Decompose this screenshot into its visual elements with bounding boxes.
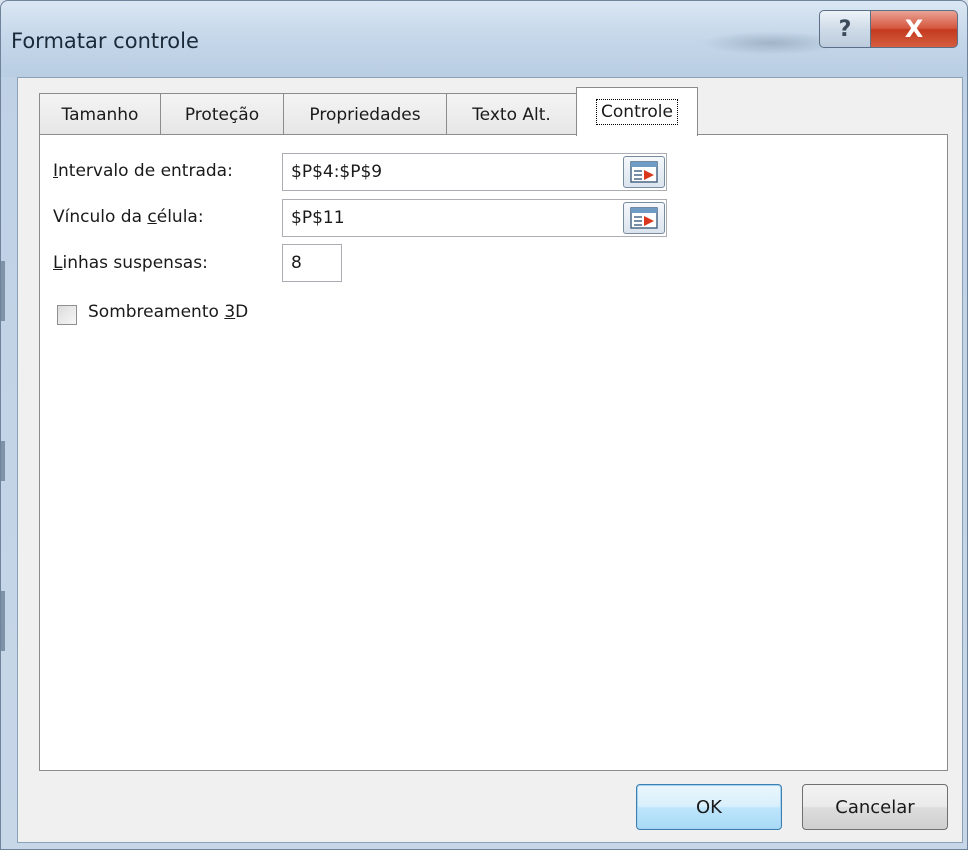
close-button[interactable]: X	[870, 10, 958, 48]
help-button[interactable]: ?	[819, 10, 871, 48]
input-range-field[interactable]: $P$4:$P$9	[282, 153, 667, 191]
tab-control[interactable]: Controle	[576, 87, 698, 136]
button-label: Cancelar	[835, 796, 915, 818]
cell-link-label: Vínculo da célula:	[53, 207, 204, 227]
label-text: Sombreamento	[88, 302, 225, 322]
tab-protection[interactable]: Proteção	[160, 93, 284, 135]
input-range-value: $P$4:$P$9	[291, 162, 383, 182]
window-edge-accent	[1, 441, 5, 481]
mnemonic-letter: c	[147, 207, 157, 227]
label-text: D	[235, 302, 249, 322]
tab-label: Proteção	[184, 104, 260, 125]
question-icon: ?	[838, 16, 852, 42]
label-text: élula:	[156, 207, 204, 227]
title-bar[interactable]: Formatar controle ? X	[1, 1, 967, 77]
input-range-picker-button[interactable]	[623, 156, 665, 188]
input-range-label: Intervalo de entrada:	[53, 161, 233, 181]
collapse-dialog-icon	[630, 207, 658, 229]
cell-link-picker-button[interactable]	[623, 202, 665, 234]
ok-button[interactable]: OK	[636, 784, 782, 830]
dropdown-lines-field[interactable]: 8	[282, 244, 342, 282]
close-icon: X	[904, 15, 924, 43]
dialog-title: Formatar controle	[11, 29, 199, 53]
shading-3d-checkbox[interactable]	[57, 305, 77, 325]
button-label: OK	[696, 796, 722, 818]
mnemonic-letter: 3	[224, 302, 236, 322]
cancel-button[interactable]: Cancelar	[802, 784, 948, 830]
window-edge-accent	[1, 591, 5, 651]
cell-link-value: $P$11	[291, 208, 345, 228]
label-text: Vínculo da	[53, 207, 148, 227]
dropdown-lines-label: Linhas suspensas:	[53, 253, 208, 273]
cell-link-field[interactable]: $P$11	[282, 199, 667, 237]
collapse-dialog-icon	[630, 161, 658, 183]
tab-label: Controle	[596, 99, 678, 125]
label-text: inhas suspensas:	[62, 253, 208, 273]
tab-label: Tamanho	[61, 104, 139, 125]
tab-properties[interactable]: Propriedades	[283, 93, 447, 135]
format-control-dialog: Formatar controle ? X Tamanho Proteção P…	[0, 0, 968, 850]
shading-3d-label[interactable]: Sombreamento 3D	[88, 302, 248, 322]
label-text: ntervalo de entrada:	[58, 161, 233, 181]
tab-label: Texto Alt.	[472, 104, 551, 125]
window-edge-accent	[1, 261, 5, 321]
tab-size[interactable]: Tamanho	[39, 93, 161, 135]
tab-alt-text[interactable]: Texto Alt.	[446, 93, 577, 135]
dropdown-lines-value: 8	[291, 253, 302, 273]
tab-label: Propriedades	[309, 104, 421, 125]
